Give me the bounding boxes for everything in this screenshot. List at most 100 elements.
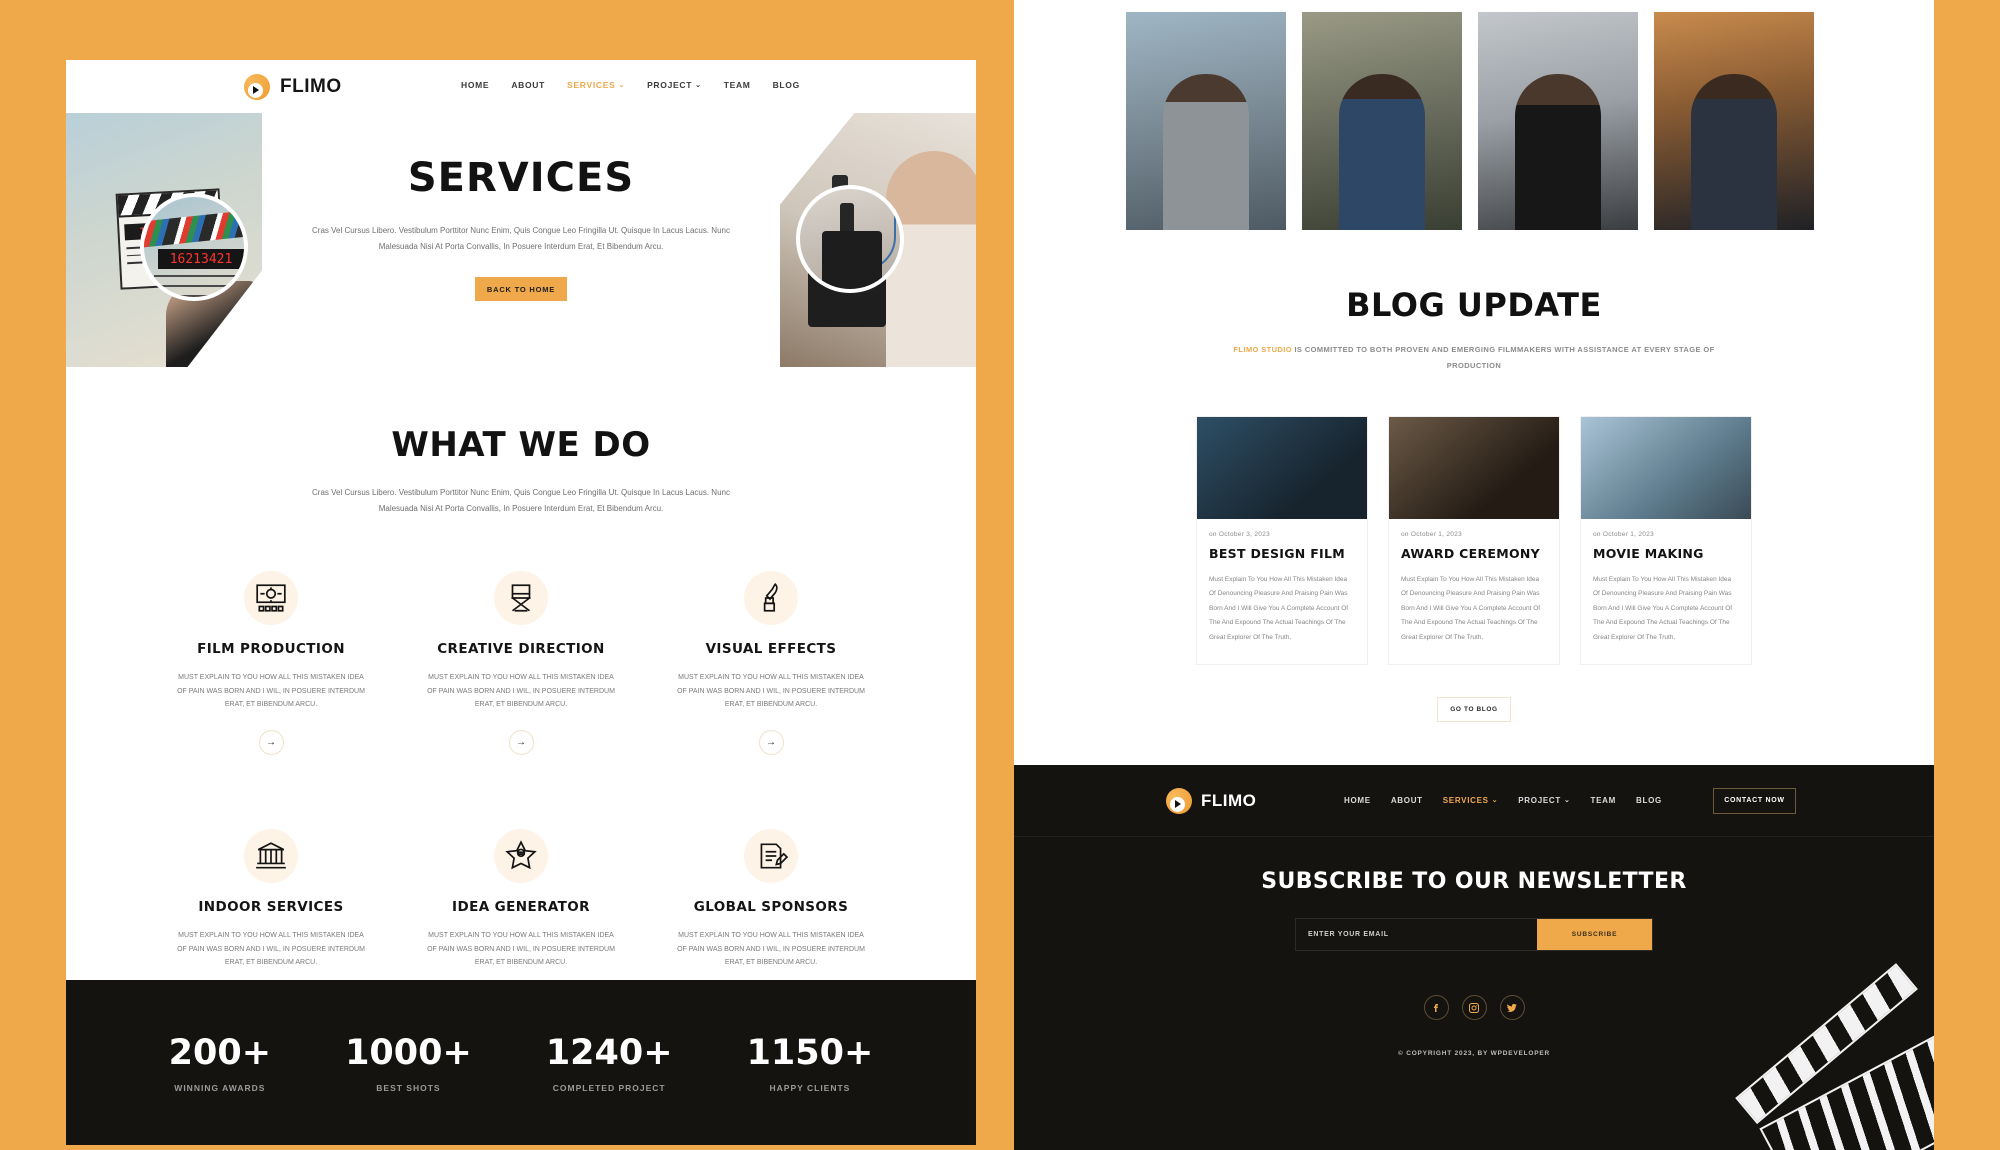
- blog-post-title: AWARD CEREMONY: [1401, 545, 1541, 561]
- nav-item-team[interactable]: TEAM: [724, 80, 751, 90]
- newsletter-title: SUBSCRIBE TO OUR NEWSLETTER: [1261, 869, 1687, 894]
- email-field[interactable]: [1296, 919, 1537, 950]
- stats-counter-bar: 200+ WINNING AWARDS 1000+ BEST SHOTS 124…: [66, 980, 976, 1145]
- nav-item-label: HOME: [461, 80, 490, 90]
- chevron-down-icon: ⌄: [1491, 797, 1499, 804]
- page-canvas: FLIMO HOME ABOUT SERVICES ⌄ PROJECT ⌄ TE…: [0, 0, 2000, 1150]
- blog-subtitle-rest: IS COMMITTED TO BOTH PROVEN AND EMERGING…: [1291, 345, 1715, 370]
- stat-label: BEST SHOTS: [376, 1082, 441, 1093]
- footer-navigation-bar: FLIMO HOME ABOUT SERVICES ⌄ PROJECT ⌄ TE…: [1014, 765, 1934, 837]
- team-photo-strip: [1014, 0, 1934, 230]
- service-description: MUST EXPLAIN TO YOU HOW ALL THIS MISTAKE…: [427, 674, 615, 709]
- play-circle-icon: [244, 74, 270, 100]
- film-screen-icon: [244, 571, 298, 625]
- blog-thumbnail: [1581, 416, 1751, 519]
- star-badge-icon: [494, 828, 548, 883]
- blog-excerpt: Must Explain To You How All This Mistake…: [1401, 575, 1541, 642]
- service-title: IDEA GENERATOR: [452, 898, 590, 915]
- paint-brush-icon: [744, 571, 798, 625]
- blog-card[interactable]: on October 3, 2023 BEST DESIGN FILM Must…: [1196, 415, 1368, 665]
- nav-item-label: BLOG: [1636, 796, 1662, 805]
- team-member-photo: [1302, 12, 1462, 230]
- nav-item-label: PROJECT: [1518, 796, 1561, 805]
- blog-card[interactable]: on October 1, 2023 AWARD CEREMONY Must E…: [1388, 415, 1560, 665]
- nav-item-project[interactable]: PROJECT ⌄: [647, 80, 702, 90]
- nav-item-blog[interactable]: BLOG: [773, 80, 800, 90]
- footer-brand-logo[interactable]: FLIMO: [1166, 787, 1256, 814]
- brand-logo[interactable]: FLIMO: [244, 74, 342, 100]
- hero-subtitle: Cras Vel Cursus Libero. Vestibulum Portt…: [312, 226, 730, 251]
- nav-item-label: SERVICES: [1442, 796, 1489, 805]
- service-title: GLOBAL SPONSORS: [693, 898, 849, 915]
- blog-card[interactable]: on October 1, 2023 MOVIE MAKING Must Exp…: [1580, 415, 1752, 665]
- service-arrow-icon[interactable]: →: [258, 729, 284, 755]
- nav-item-label: HOME: [1344, 796, 1371, 805]
- team-member-photo: [1654, 12, 1814, 230]
- subscribe-button[interactable]: SUBSCRIBE: [1537, 919, 1652, 950]
- blog-excerpt: Must Explain To You How All This Mistake…: [1593, 575, 1733, 642]
- brand-name: FLIMO: [280, 76, 342, 97]
- nav-item-about[interactable]: ABOUT: [511, 80, 545, 90]
- blog-title: BLOG UPDATE: [1346, 286, 1602, 324]
- service-card[interactable]: FILM PRODUCTION MUST EXPLAIN TO YOU HOW …: [176, 571, 366, 755]
- blog-subtitle: FLIMO STUDIO IS COMMITTED TO BOTH PROVEN…: [1224, 342, 1724, 374]
- instagram-icon[interactable]: [1461, 995, 1487, 1020]
- stat-item: 1150+ HAPPY CLIENTS: [747, 1033, 874, 1093]
- go-to-blog-button[interactable]: GO TO BLOG: [1437, 696, 1511, 722]
- stat-value: 1150+: [746, 1032, 874, 1073]
- stat-label: COMPLETED PROJECT: [552, 1082, 666, 1093]
- footer-links: HOME ABOUT SERVICES ⌄ PROJECT ⌄ TEAM BLO…: [1344, 796, 1662, 805]
- nav-item-blog[interactable]: BLOG: [1636, 796, 1662, 805]
- nav-item-services[interactable]: SERVICES ⌄: [567, 80, 625, 90]
- blog-date: on October 1, 2023: [1401, 530, 1463, 538]
- nav-item-home[interactable]: HOME: [1344, 796, 1371, 805]
- service-card[interactable]: CREATIVE DIRECTION MUST EXPLAIN TO YOU H…: [426, 571, 616, 755]
- service-arrow-icon[interactable]: →: [508, 729, 534, 755]
- chevron-down-icon: ⌄: [695, 81, 702, 89]
- service-title: FILM PRODUCTION: [197, 641, 345, 657]
- nav-item-home[interactable]: HOME: [461, 80, 489, 90]
- nav-item-label: PROJECT: [647, 80, 693, 90]
- facebook-icon[interactable]: [1423, 995, 1449, 1020]
- director-chair-icon: [494, 571, 548, 625]
- footer-contact-now-button[interactable]: CONTACT NOW: [1713, 787, 1796, 814]
- service-description: MUST EXPLAIN TO YOU HOW ALL THIS MISTAKE…: [177, 931, 365, 967]
- blog-header: BLOG UPDATE FLIMO STUDIO IS COMMITTED TO…: [1014, 286, 1934, 374]
- chevron-down-icon: ⌄: [618, 81, 626, 89]
- blog-subtitle-brand: FLIMO STUDIO: [1233, 345, 1292, 354]
- contract-pen-icon: [744, 828, 798, 883]
- newsletter-section: SUBSCRIBE TO OUR NEWSLETTER SUBSCRIBE © …: [1014, 837, 1934, 1057]
- hero-content: SERVICES Cras Vel Cursus Libero. Vestibu…: [66, 113, 976, 301]
- nav-item-services[interactable]: SERVICES ⌄: [1443, 796, 1499, 805]
- service-title: INDOOR SERVICES: [198, 898, 344, 915]
- hero-section: 16213421 16213421 SERVICES Cras Vel Curs…: [66, 113, 976, 367]
- stat-value: 1240+: [545, 1032, 673, 1073]
- blog-post-title: MOVIE MAKING: [1593, 545, 1704, 561]
- blog-excerpt: Must Explain To You How All This Mistake…: [1209, 575, 1349, 642]
- nav-item-label: ABOUT: [1390, 796, 1423, 805]
- team-member-photo: [1126, 12, 1286, 230]
- page-title: SERVICES: [407, 155, 635, 201]
- nav-item-team[interactable]: TEAM: [1591, 796, 1616, 805]
- blog-post-title: BEST DESIGN FILM: [1209, 545, 1345, 561]
- service-description: MUST EXPLAIN TO YOU HOW ALL THIS MISTAKE…: [677, 931, 865, 967]
- stat-label: WINNING AWARDS: [174, 1082, 266, 1093]
- nav-item-label: BLOG: [772, 80, 800, 90]
- what-we-do-title: WHAT WE DO: [391, 425, 651, 465]
- nav-item-about[interactable]: ABOUT: [1391, 796, 1423, 805]
- twitter-icon[interactable]: [1499, 995, 1525, 1020]
- services-page-panel: FLIMO HOME ABOUT SERVICES ⌄ PROJECT ⌄ TE…: [66, 60, 976, 1145]
- nav-item-label: TEAM: [1590, 796, 1616, 805]
- social-links: [1014, 995, 1934, 1020]
- blog-card-grid: on October 3, 2023 BEST DESIGN FILM Must…: [1014, 415, 1934, 665]
- service-card[interactable]: VISUAL EFFECTS MUST EXPLAIN TO YOU HOW A…: [676, 571, 866, 755]
- nav-item-project[interactable]: PROJECT ⌄: [1518, 796, 1570, 805]
- service-grid-row-1: FILM PRODUCTION MUST EXPLAIN TO YOU HOW …: [66, 571, 976, 755]
- stat-item: 1000+ BEST SHOTS: [345, 1033, 472, 1093]
- back-to-home-button[interactable]: BACK TO HOME: [475, 277, 567, 301]
- nav-item-label: TEAM: [723, 80, 751, 90]
- site-footer: FLIMO HOME ABOUT SERVICES ⌄ PROJECT ⌄ TE…: [1014, 765, 1934, 1150]
- blog-footer-panel: BLOG UPDATE FLIMO STUDIO IS COMMITTED TO…: [1014, 0, 1934, 1150]
- service-arrow-icon[interactable]: →: [758, 729, 784, 755]
- bank-building-icon: [244, 828, 298, 883]
